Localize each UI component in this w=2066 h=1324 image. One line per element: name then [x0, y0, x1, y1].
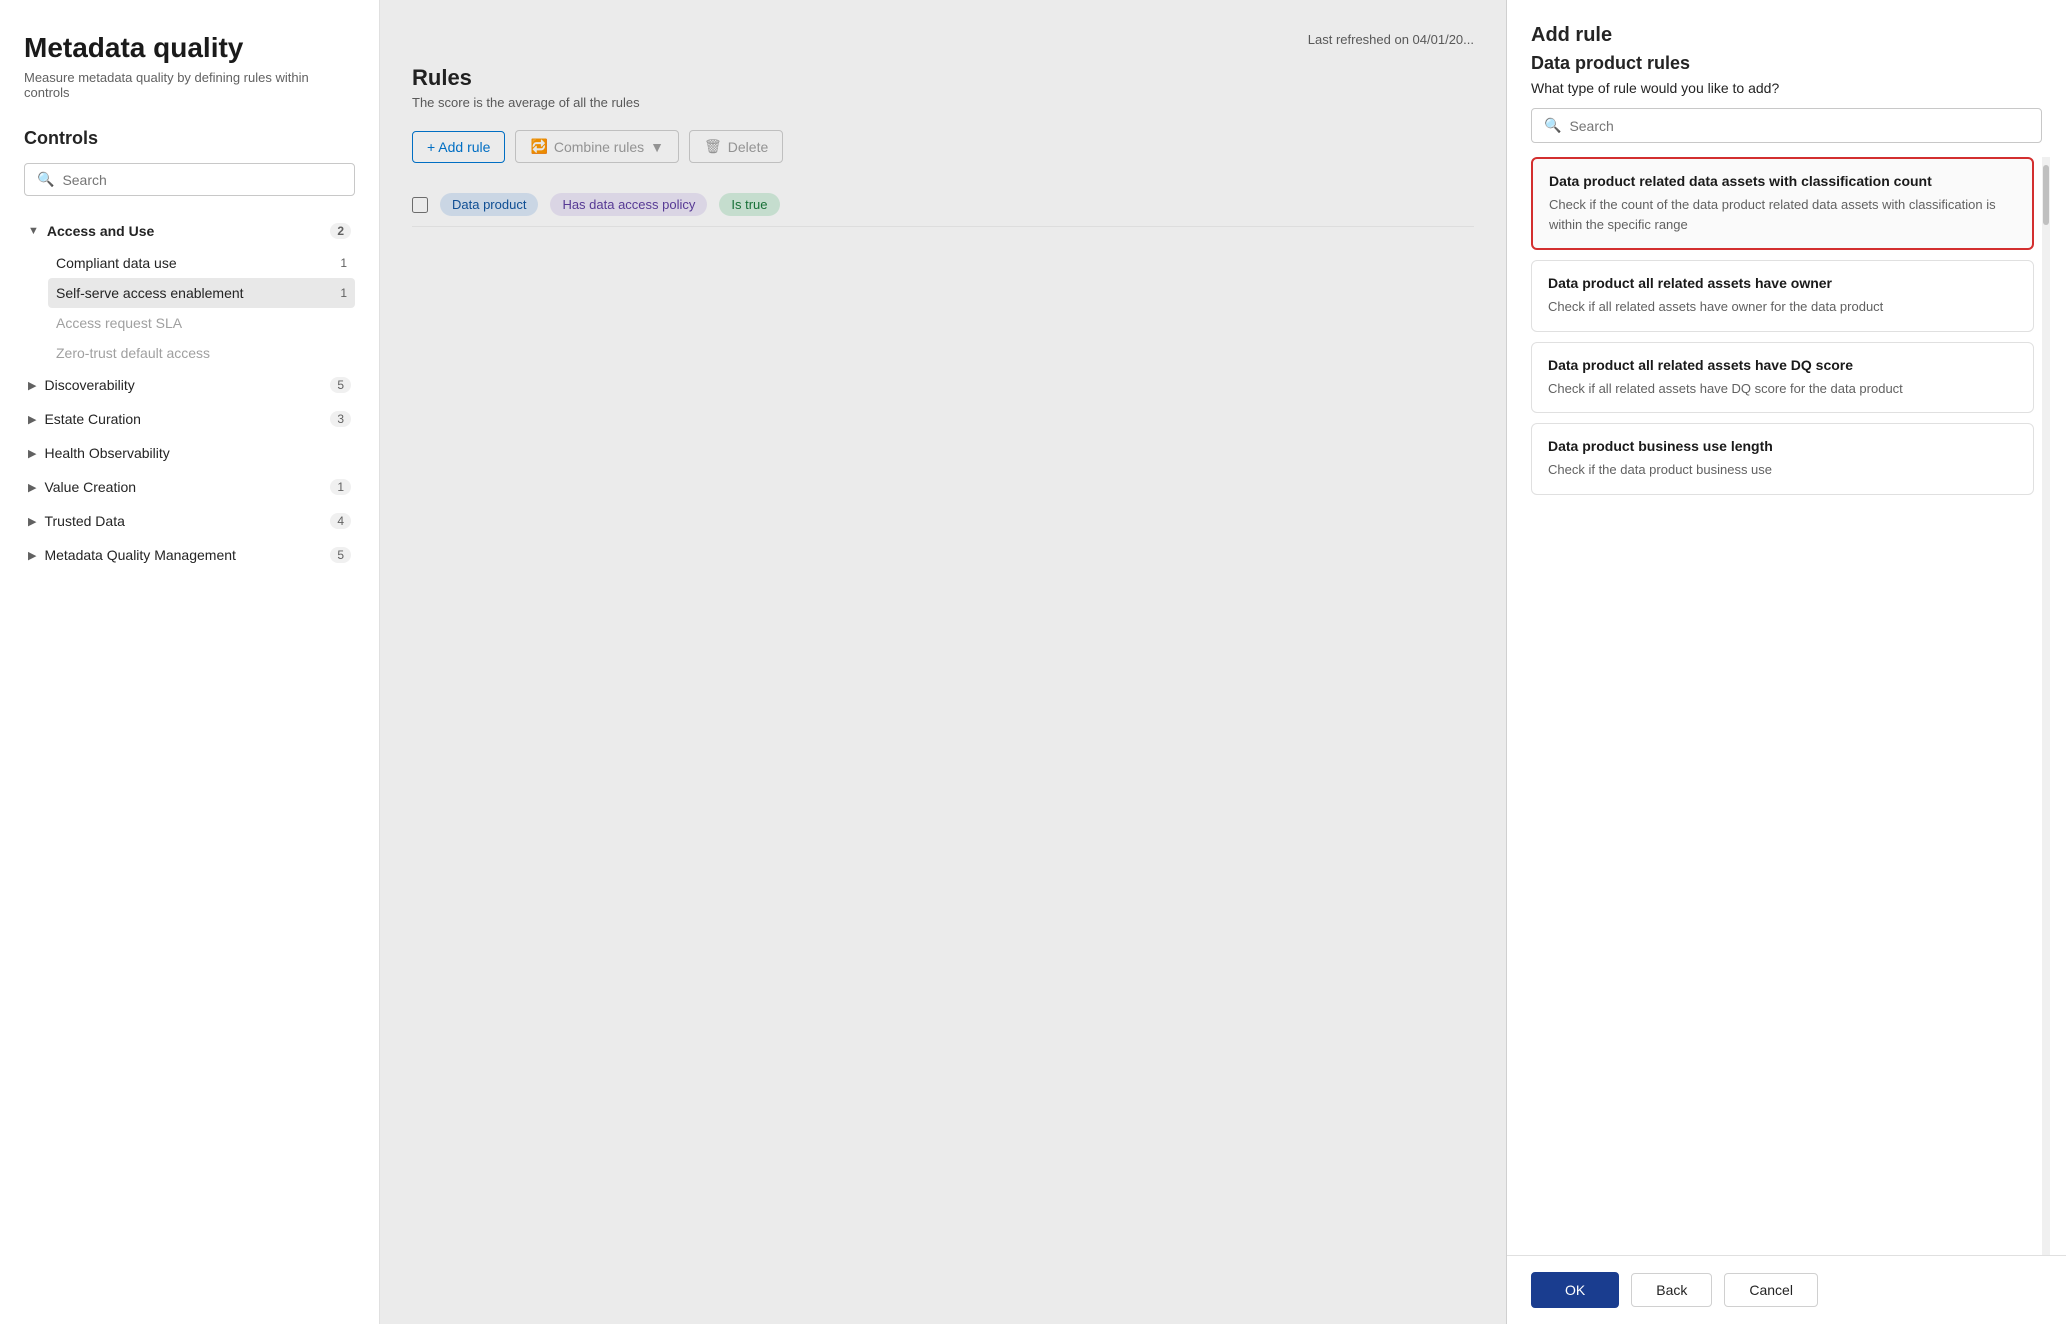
chevron-right-icon-6: ▶ — [28, 549, 36, 562]
panel-footer: OK Back Cancel — [1507, 1255, 2066, 1324]
controls-search-box[interactable]: 🔍 — [24, 163, 355, 196]
tag-is-true: Is true — [719, 193, 779, 216]
rule-card-1[interactable]: Data product related data assets with cl… — [1531, 157, 2034, 250]
nav-label-value-creation: Value Creation — [44, 479, 136, 495]
nav-count-value-creation: 1 — [330, 479, 351, 495]
rule-card-3-desc: Check if all related assets have DQ scor… — [1548, 379, 2017, 399]
rule-type-label: What type of rule would you like to add? — [1531, 80, 2042, 96]
rules-subtext: The score is the average of all the rule… — [412, 95, 1474, 110]
nav-item-access-and-use[interactable]: ▼ Access and Use 2 — [24, 214, 355, 248]
nav-count-metadata-quality: 5 — [330, 547, 351, 563]
rule-row: Data product Has data access policy Is t… — [412, 183, 1474, 227]
rule-checkbox[interactable] — [412, 197, 428, 213]
delete-icon: 🗑 — [704, 138, 722, 155]
sub-item-zero-trust: Zero-trust default access — [48, 338, 355, 368]
nav-label-health-observability: Health Observability — [44, 445, 169, 461]
nav-count-access-and-use: 2 — [330, 223, 351, 239]
chevron-down-icon: ▼ — [28, 225, 39, 237]
search-icon: 🔍 — [37, 171, 54, 188]
back-button[interactable]: Back — [1631, 1273, 1712, 1307]
controls-heading: Controls — [24, 128, 355, 149]
nav-count-trusted-data: 4 — [330, 513, 351, 529]
nav-label-trusted-data: Trusted Data — [44, 513, 124, 529]
delete-button[interactable]: 🗑 Delete — [689, 130, 783, 163]
rule-card-4-title: Data product business use length — [1548, 438, 2017, 454]
rule-list: Data product related data assets with cl… — [1523, 157, 2042, 1255]
rule-card-1-title: Data product related data assets with cl… — [1549, 173, 2016, 189]
nav-label-metadata-quality: Metadata Quality Management — [44, 547, 235, 563]
chevron-down-icon-toolbar: ▼ — [650, 139, 664, 155]
page-subtitle: Measure metadata quality by defining rul… — [24, 70, 355, 100]
right-panel-header: Add rule Data product rules What type of… — [1507, 0, 2066, 157]
nav-label-estate-curation: Estate Curation — [44, 411, 141, 427]
sub-item-self-serve[interactable]: Self-serve access enablement 1 — [48, 278, 355, 308]
right-search-box[interactable]: 🔍 — [1531, 108, 2042, 143]
chevron-right-icon-2: ▶ — [28, 413, 36, 426]
chevron-right-icon: ▶ — [28, 379, 36, 392]
rule-card-2-title: Data product all related assets have own… — [1548, 275, 2017, 291]
sub-item-compliant-data-use[interactable]: Compliant data use 1 — [48, 248, 355, 278]
left-panel: Metadata quality Measure metadata qualit… — [0, 0, 380, 1324]
chevron-right-icon-5: ▶ — [28, 515, 36, 528]
ok-button[interactable]: OK — [1531, 1272, 1619, 1308]
nav-item-estate-curation[interactable]: ▶ Estate Curation 3 — [24, 402, 355, 436]
nav-item-health-observability[interactable]: ▶ Health Observability — [24, 436, 355, 470]
nav-count-estate-curation: 3 — [330, 411, 351, 427]
nav-item-value-creation[interactable]: ▶ Value Creation 1 — [24, 470, 355, 504]
sub-item-access-request-sla: Access request SLA — [48, 308, 355, 338]
scrollbar-thumb[interactable] — [2043, 165, 2049, 225]
last-refreshed: Last refreshed on 04/01/20... — [412, 32, 1474, 47]
combine-rules-label: Combine rules — [554, 139, 644, 155]
right-panel: Add rule Data product rules What type of… — [1506, 0, 2066, 1324]
nav-item-metadata-quality-management[interactable]: ▶ Metadata Quality Management 5 — [24, 538, 355, 572]
right-search-input[interactable] — [1569, 118, 2029, 134]
add-rule-label: + Add rule — [427, 139, 490, 155]
tag-data-product: Data product — [440, 193, 538, 216]
nav-label-access-and-use: Access and Use — [47, 223, 154, 239]
nav-item-discoverability[interactable]: ▶ Discoverability 5 — [24, 368, 355, 402]
rule-card-4-desc: Check if the data product business use — [1548, 460, 2017, 480]
sub-items-access-and-use: Compliant data use 1 Self-serve access e… — [24, 248, 355, 368]
rule-card-3-title: Data product all related assets have DQ … — [1548, 357, 2017, 373]
scrollbar-track[interactable] — [2042, 157, 2050, 1255]
delete-label: Delete — [728, 139, 768, 155]
combine-rules-button[interactable]: 🔁 Combine rules ▼ — [515, 130, 679, 163]
right-search-icon: 🔍 — [1544, 117, 1561, 134]
chevron-right-icon-3: ▶ — [28, 447, 36, 460]
rule-card-2[interactable]: Data product all related assets have own… — [1531, 260, 2034, 332]
nav-item-trusted-data[interactable]: ▶ Trusted Data 4 — [24, 504, 355, 538]
chevron-right-icon-4: ▶ — [28, 481, 36, 494]
tag-has-data-access-policy: Has data access policy — [550, 193, 707, 216]
dp-rules-title: Data product rules — [1531, 53, 2042, 74]
add-rule-title: Add rule — [1531, 24, 2042, 47]
toolbar: + Add rule 🔁 Combine rules ▼ 🗑 Delete — [412, 130, 1474, 163]
add-rule-button[interactable]: + Add rule — [412, 131, 505, 163]
nav-count-discoverability: 5 — [330, 377, 351, 393]
rules-heading: Rules — [412, 65, 1474, 91]
controls-search-input[interactable] — [62, 172, 342, 188]
rule-card-3[interactable]: Data product all related assets have DQ … — [1531, 342, 2034, 414]
rule-card-4[interactable]: Data product business use length Check i… — [1531, 423, 2034, 495]
combine-icon: 🔁 — [530, 138, 547, 155]
rule-card-2-desc: Check if all related assets have owner f… — [1548, 297, 2017, 317]
page-title: Metadata quality — [24, 32, 355, 64]
main-wrapper: Last refreshed on 04/01/20... Rules The … — [380, 0, 2066, 1324]
cancel-button[interactable]: Cancel — [1724, 1273, 1818, 1307]
rule-card-1-desc: Check if the count of the data product r… — [1549, 195, 2016, 234]
main-content: Last refreshed on 04/01/20... Rules The … — [380, 0, 1506, 1324]
nav-label-discoverability: Discoverability — [44, 377, 134, 393]
